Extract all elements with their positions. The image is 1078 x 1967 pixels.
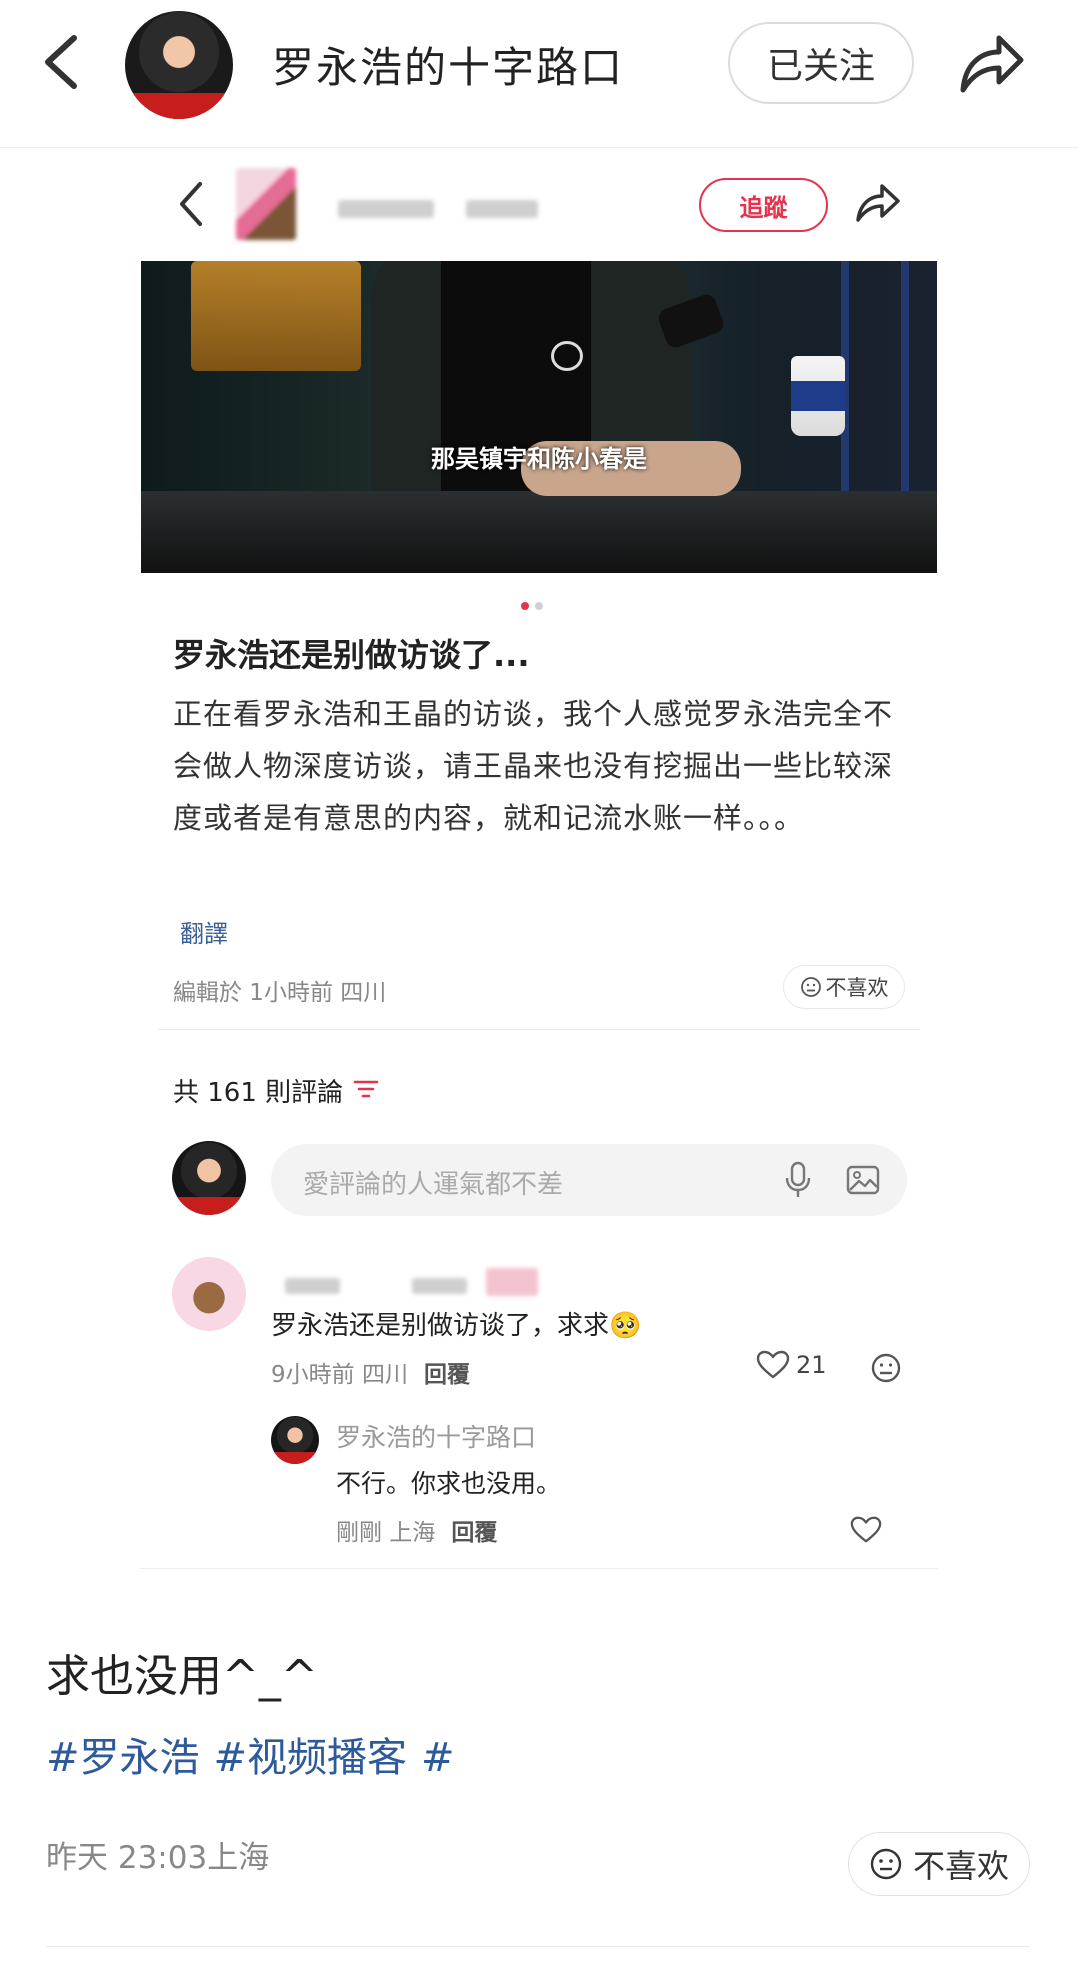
- dislike-label: 不喜欢: [825, 976, 889, 1000]
- avatar[interactable]: [125, 11, 233, 119]
- blurred-commenter-name-2: [412, 1278, 467, 1294]
- post-time: 昨天 23:03上海: [46, 1840, 270, 1876]
- image-icon[interactable]: [845, 1162, 881, 1198]
- neutral-face-icon: [800, 977, 821, 997]
- comment-text: 罗永浩还是别做访谈了，求求🥺: [271, 1311, 642, 1341]
- top-bar: 罗永浩的十字路口 已关注: [0, 0, 1078, 148]
- post-meta: 編輯於 1小時前 四川: [173, 980, 387, 1006]
- inner-share-icon[interactable]: [853, 180, 903, 226]
- mic-icon[interactable]: [783, 1160, 813, 1200]
- dislike-button[interactable]: 不喜欢: [783, 965, 905, 1009]
- post-title: 罗永浩还是别做访谈了...: [173, 636, 530, 674]
- share-icon[interactable]: [955, 30, 1027, 98]
- heart-icon: [756, 1350, 790, 1379]
- comment-count: 共 161 則評論: [173, 1078, 344, 1108]
- heart-icon[interactable]: [850, 1515, 882, 1545]
- blurred-username: [338, 200, 434, 218]
- reply-avatar[interactable]: [271, 1416, 319, 1464]
- reply-button[interactable]: 回覆: [424, 1362, 470, 1388]
- comment-input[interactable]: 愛評論的人運氣都不差: [271, 1144, 907, 1216]
- blurred-commenter-name: [285, 1278, 340, 1294]
- reply-button[interactable]: 回覆: [451, 1520, 497, 1546]
- reply-author[interactable]: 罗永浩的十字路口: [336, 1418, 536, 1454]
- neutral-face-icon[interactable]: [870, 1352, 902, 1384]
- my-avatar: [172, 1141, 246, 1215]
- blurred-badge: [486, 1268, 538, 1296]
- reply-time: 剛剛 上海: [336, 1520, 436, 1546]
- back-icon[interactable]: [38, 32, 88, 92]
- carousel-indicator: [521, 595, 549, 614]
- reply-meta: 剛剛 上海 回覆: [336, 1513, 497, 1547]
- commenter-avatar[interactable]: [172, 1257, 246, 1331]
- neutral-face-icon: [870, 1848, 902, 1880]
- divider: [46, 1946, 1030, 1947]
- video-frame[interactable]: 那吴镇宇和陈小春是: [141, 261, 937, 573]
- page-title[interactable]: 罗永浩的十字路口: [272, 34, 624, 95]
- blurred-avatar: [236, 168, 296, 240]
- comment-meta: 9小時前 四川 回覆: [271, 1355, 470, 1389]
- divider: [158, 1029, 920, 1030]
- hashtag[interactable]: #罗永浩: [46, 1735, 200, 1781]
- like-button[interactable]: 21: [756, 1350, 827, 1380]
- translate-link[interactable]: 翻譯: [180, 914, 228, 949]
- filter-icon[interactable]: [353, 1078, 379, 1100]
- comment-placeholder: 愛評論的人運氣都不差: [303, 1170, 564, 1200]
- reply-text: 不行。你求也没用。: [336, 1469, 562, 1498]
- like-count: 21: [796, 1351, 827, 1379]
- hashtag[interactable]: #: [421, 1735, 455, 1781]
- blurred-username-2: [466, 200, 538, 218]
- dislike-button[interactable]: 不喜欢: [848, 1832, 1030, 1896]
- post-caption: 求也没用^_^: [46, 1651, 318, 1702]
- inner-back-icon[interactable]: [176, 180, 206, 228]
- divider: [140, 1568, 938, 1569]
- post-body: 正在看罗永浩和王晶的访谈，我个人感觉罗永浩完全不会做人物深度访谈，请王晶来也没有…: [173, 697, 894, 835]
- dislike-label: 不喜欢: [912, 1847, 1009, 1885]
- hashtags: #罗永浩 #视频播客 #: [46, 1725, 469, 1783]
- inner-follow-button[interactable]: 追蹤: [699, 178, 828, 232]
- video-subtitle: 那吴镇宇和陈小春是: [431, 445, 647, 473]
- follow-button[interactable]: 已关注: [728, 22, 914, 104]
- comment-time: 9小時前 四川: [271, 1362, 408, 1388]
- hashtag[interactable]: #视频播客: [214, 1735, 408, 1781]
